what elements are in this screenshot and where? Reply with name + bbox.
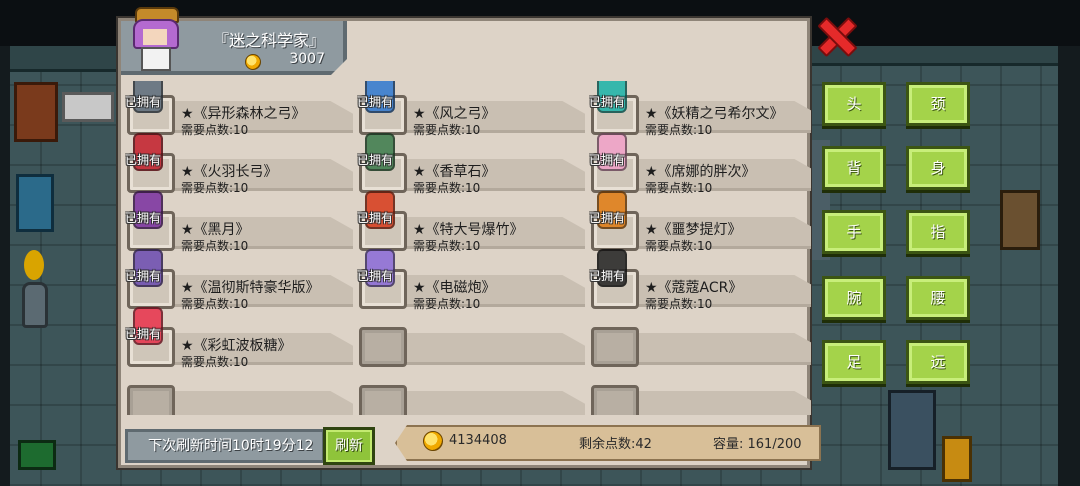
- shop-item-slot[interactable]: 已拥有 ★《火羽长弓》 需要点数:10: [123, 133, 353, 195]
- item-name: ★《电磁炮》: [413, 280, 496, 296]
- item-name: ★《风之弓》: [413, 106, 496, 122]
- item-name: ★《温彻斯特豪华版》: [181, 280, 320, 296]
- machine-decoration: [888, 390, 936, 470]
- item-frame: [591, 327, 639, 367]
- category-button[interactable]: 手: [822, 210, 886, 254]
- right-wall: [1058, 46, 1080, 486]
- chair-decoration: [16, 174, 54, 232]
- crate-decoration: [1000, 190, 1040, 250]
- refresh-button[interactable]: 刷新: [323, 427, 375, 465]
- shop-panel: 『迷之科学家』 3007 已拥有 ★《异形森林之弓》 需要点数:10 已拥有 ★《风之弓…: [118, 7, 821, 468]
- gold-coin-icon: [423, 431, 443, 451]
- owned-label: 已拥有: [125, 211, 162, 225]
- empty-item-slot[interactable]: [587, 371, 811, 415]
- category-button[interactable]: 腕: [822, 276, 886, 320]
- empty-item-slot[interactable]: [355, 371, 585, 415]
- shop-item-slot[interactable]: 已拥有 ★《席娜的胖次》 需要点数:10: [587, 133, 811, 195]
- owned-label: 已拥有: [357, 211, 394, 225]
- empty-item-slot[interactable]: [123, 371, 353, 415]
- item-cost: 需要点数:10: [181, 181, 249, 195]
- shop-item-slot[interactable]: 已拥有 ★《风之弓》 需要点数:10: [355, 81, 585, 137]
- shop-item-slot[interactable]: 已拥有 ★《彩虹波板糖》 需要点数:10: [123, 307, 353, 369]
- category-button[interactable]: 身: [906, 146, 970, 190]
- owned-label: 已拥有: [357, 269, 394, 283]
- category-button[interactable]: 背: [822, 146, 886, 190]
- item-cost: 需要点数:10: [181, 239, 249, 253]
- item-name: ★《彩虹波板糖》: [181, 338, 292, 354]
- control-panel-decoration: [18, 440, 56, 470]
- refresh-timer: 下次刷新时间10时19分12: [125, 429, 325, 463]
- category-button[interactable]: 指: [906, 210, 970, 254]
- owned-label: 已拥有: [589, 211, 626, 225]
- empty-item-slot[interactable]: [587, 313, 811, 367]
- item-cost: 需要点数:10: [181, 355, 249, 369]
- item-name: ★《异形森林之弓》: [181, 106, 306, 122]
- item-name: ★《香草石》: [413, 164, 496, 180]
- shop-item-slot[interactable]: 已拥有 ★《香草石》 需要点数:10: [355, 133, 585, 195]
- shop-item-slot[interactable]: 已拥有 ★《黑月》 需要点数:10: [123, 191, 353, 253]
- owned-label: 已拥有: [357, 95, 394, 109]
- flower-decoration: [24, 250, 44, 280]
- close-icon[interactable]: [816, 16, 854, 54]
- item-cost: 需要点数:10: [413, 181, 481, 195]
- header-corner: [329, 59, 347, 77]
- shop-item-slot[interactable]: 已拥有 ★《温彻斯特豪华版》 需要点数:10: [123, 249, 353, 311]
- item-frame: [591, 385, 639, 415]
- item-cost: 需要点数:10: [181, 297, 249, 311]
- remaining-points: 剩余点数:42: [579, 437, 652, 452]
- item-name: ★《黑月》: [181, 222, 250, 238]
- shop-item-slot[interactable]: 已拥有 ★《异形森林之弓》 需要点数:10: [123, 81, 353, 137]
- shop-item-slot[interactable]: 已拥有 ★《妖精之弓希尔文》 需要点数:10: [587, 81, 811, 137]
- item-name: ★《妖精之弓希尔文》: [645, 106, 784, 122]
- category-button[interactable]: 颈: [906, 82, 970, 126]
- item-cost: 需要点数:10: [645, 181, 713, 195]
- owned-label: 已拥有: [357, 153, 394, 167]
- category-button[interactable]: 足: [822, 340, 886, 384]
- item-cost: 需要点数:10: [413, 297, 481, 311]
- capacity: 容量: 161/200: [713, 437, 802, 452]
- owned-label: 已拥有: [125, 153, 162, 167]
- item-frame: [359, 385, 407, 415]
- item-frame: [127, 385, 175, 415]
- owned-label: 已拥有: [125, 95, 162, 109]
- terminal-decoration: [942, 436, 972, 482]
- wall-ledge-left: [10, 46, 120, 72]
- merchant-gold-count: 3007: [289, 51, 325, 67]
- owned-label: 已拥有: [125, 269, 162, 283]
- category-button[interactable]: 腰: [906, 276, 970, 320]
- owned-label: 已拥有: [589, 95, 626, 109]
- item-cost: 需要点数:10: [413, 123, 481, 137]
- item-name: ★《噩梦提灯》: [645, 222, 742, 238]
- empty-item-slot[interactable]: [355, 313, 585, 367]
- item-frame: [359, 327, 407, 367]
- desk-decoration: [14, 82, 58, 142]
- category-button[interactable]: 远: [906, 340, 970, 384]
- merchant-title: 『迷之科学家』: [213, 31, 326, 50]
- shop-item-slot[interactable]: 已拥有 ★《蔻蔻ACR》 需要点数:10: [587, 249, 811, 311]
- gold-coin-icon: [245, 54, 261, 70]
- vase-decoration: [22, 282, 48, 328]
- item-cost: 需要点数:10: [181, 123, 249, 137]
- merchant-avatar: [129, 7, 183, 71]
- owned-label: 已拥有: [589, 269, 626, 283]
- item-cost: 需要点数:10: [645, 123, 713, 137]
- shop-item-slot[interactable]: 已拥有 ★《噩梦提灯》 需要点数:10: [587, 191, 811, 253]
- item-cost: 需要点数:10: [413, 239, 481, 253]
- item-grid[interactable]: 已拥有 ★《异形森林之弓》 需要点数:10 已拥有 ★《风之弓》 需要点数:10 已拥有 ★《…: [123, 81, 811, 415]
- item-cost: 需要点数:10: [645, 297, 713, 311]
- shop-item-slot[interactable]: 已拥有 ★《电磁炮》 需要点数:10: [355, 249, 585, 311]
- item-cost: 需要点数:10: [645, 239, 713, 253]
- item-name: ★《特大号爆竹》: [413, 222, 524, 238]
- category-button[interactable]: 头: [822, 82, 886, 126]
- owned-label: 已拥有: [125, 327, 162, 341]
- shop-item-slot[interactable]: 已拥有 ★《特大号爆竹》 需要点数:10: [355, 191, 585, 253]
- item-name: ★《蔻蔻ACR》: [645, 280, 743, 296]
- screen-decoration: [62, 92, 114, 122]
- owned-label: 已拥有: [589, 153, 626, 167]
- left-wall: [0, 46, 10, 486]
- item-name: ★《席娜的胖次》: [645, 164, 756, 180]
- item-name: ★《火羽长弓》: [181, 164, 278, 180]
- player-gold: 4134408: [449, 433, 507, 448]
